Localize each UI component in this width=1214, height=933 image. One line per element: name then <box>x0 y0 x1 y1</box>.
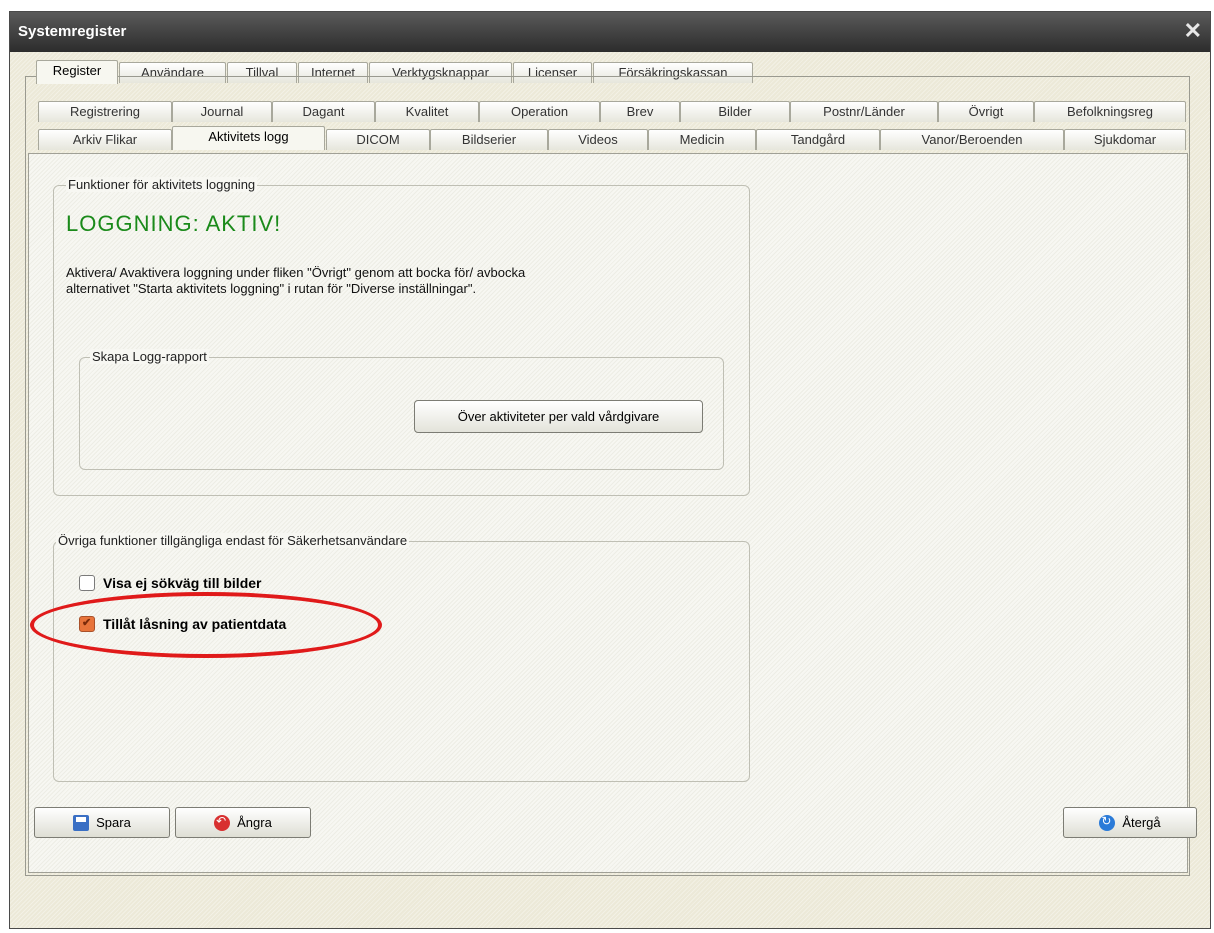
save-label: Spara <box>96 815 131 830</box>
activity-group-legend: Funktioner för aktivitets loggning <box>66 177 258 192</box>
back-button[interactable]: Återgå <box>1063 807 1197 838</box>
window-title: Systemregister <box>18 23 127 40</box>
undo-button[interactable]: Ångra <box>175 807 311 838</box>
allow-patient-lock-option[interactable]: Tillåt låsning av patientdata <box>79 616 286 632</box>
refresh-back-icon <box>1099 814 1116 831</box>
floppy-disk-icon <box>73 814 90 831</box>
hide-image-path-checkbox[interactable] <box>79 575 95 591</box>
allow-patient-lock-label: Tillåt låsning av patientdata <box>103 616 287 632</box>
logging-status: LOGGNING: AKTIV! <box>66 211 282 236</box>
tab-operation[interactable]: Operation <box>479 101 600 122</box>
tab-register[interactable]: Register <box>36 60 118 84</box>
undo-icon <box>214 814 231 831</box>
tab-registrering[interactable]: Registrering <box>38 101 172 122</box>
report-per-provider-button[interactable]: Över aktiviteter per vald vårdgivare <box>414 400 703 433</box>
tab-brev[interactable]: Brev <box>600 101 680 122</box>
security-group-legend: Övriga funktioner tillgängliga endast fö… <box>56 533 410 548</box>
tab-bildserier[interactable]: Bildserier <box>430 129 548 150</box>
tab-postnr-lander[interactable]: Postnr/Länder <box>790 101 938 122</box>
close-icon[interactable]: ✕ <box>1184 18 1202 44</box>
tab-aktivitets-logg[interactable]: Aktivitets logg <box>172 126 325 150</box>
tab-bilder[interactable]: Bilder <box>680 101 790 122</box>
tab-medicin[interactable]: Medicin <box>648 129 756 150</box>
back-label: Återgå <box>1122 815 1161 830</box>
tab-journal[interactable]: Journal <box>172 101 272 122</box>
tab-videos[interactable]: Videos <box>548 129 648 150</box>
activity-description-line1: Aktivera/ Avaktivera loggning under flik… <box>66 265 526 280</box>
hide-image-path-label: Visa ej sökväg till bilder <box>103 575 262 591</box>
undo-label: Ångra <box>237 815 272 830</box>
tab-kvalitet[interactable]: Kvalitet <box>375 101 479 122</box>
save-button[interactable]: Spara <box>34 807 170 838</box>
tab-arkiv-flikar[interactable]: Arkiv Flikar <box>38 129 172 150</box>
log-report-legend: Skapa Logg-rapport <box>90 349 209 364</box>
tab-vanor-beroenden[interactable]: Vanor/Beroenden <box>880 129 1064 150</box>
allow-patient-lock-checkbox[interactable] <box>79 616 95 632</box>
activity-description-line2: alternativet "Starta aktivitets loggning… <box>66 281 477 296</box>
tab-dicom[interactable]: DICOM <box>326 129 430 150</box>
hide-image-path-option[interactable]: Visa ej sökväg till bilder <box>79 575 261 591</box>
title-bar[interactable]: Systemregister ✕ <box>10 12 1210 52</box>
tab-sjukdomar[interactable]: Sjukdomar <box>1064 129 1186 150</box>
tab-tandgard[interactable]: Tandgård <box>756 129 880 150</box>
tab-befolkningsreg[interactable]: Befolkningsreg <box>1034 101 1186 122</box>
tab-ovrigt[interactable]: Övrigt <box>938 101 1034 122</box>
tab-dagant[interactable]: Dagant <box>272 101 375 122</box>
